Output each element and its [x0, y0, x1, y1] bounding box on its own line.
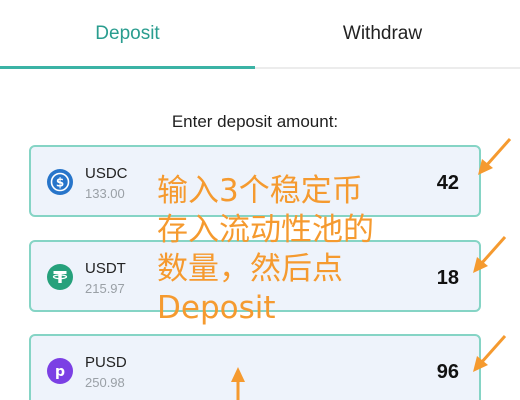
usdt-amount-card[interactable]: USDT 215.97 18	[29, 240, 481, 312]
pusd-icon: p	[47, 358, 73, 384]
svg-text:p: p	[55, 364, 65, 380]
svg-text:$: $	[56, 176, 64, 190]
usdt-amount-input[interactable]: 18	[339, 267, 459, 290]
tab-deposit[interactable]: Deposit	[0, 0, 255, 68]
tab-bar: Deposit Withdraw	[0, 0, 520, 70]
pusd-amount-input[interactable]: 96	[339, 361, 459, 384]
token-name-usdt: USDT	[85, 260, 126, 277]
active-tab-indicator	[0, 66, 255, 69]
usdc-amount-input[interactable]: 42	[339, 172, 459, 195]
usdt-icon	[47, 264, 73, 290]
token-balance-usdt: 215.97	[85, 281, 125, 296]
usdc-amount-card[interactable]: $ USDC 133.00 42	[29, 145, 481, 217]
token-balance-usdc: 133.00	[85, 186, 125, 201]
usdc-icon: $	[47, 169, 73, 195]
pusd-amount-card[interactable]: p PUSD 250.98 96	[29, 334, 481, 400]
deposit-prompt: Enter deposit amount:	[171, 112, 339, 131]
tab-divider	[255, 67, 520, 69]
token-name-usdc: USDC	[85, 165, 128, 182]
tab-withdraw[interactable]: Withdraw	[255, 0, 510, 68]
token-balance-pusd: 250.98	[85, 375, 125, 390]
token-name-pusd: PUSD	[85, 354, 127, 371]
